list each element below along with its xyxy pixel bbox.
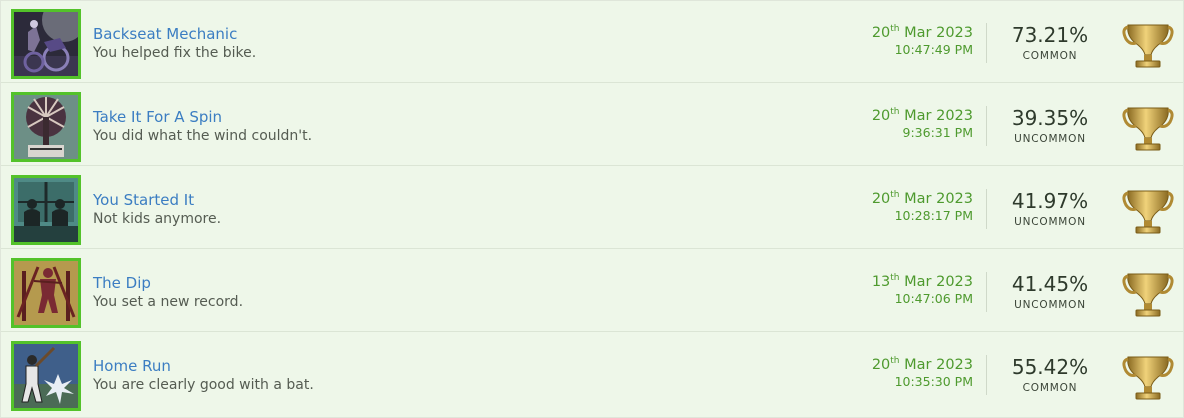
- trophy-icon: [1122, 356, 1174, 400]
- unlock-percentage: 55.42%: [1011, 355, 1089, 379]
- rarity-label: UNCOMMON: [1014, 299, 1086, 311]
- achievement-list: Backseat Mechanic You helped fix the bik…: [0, 0, 1184, 418]
- unlock-date: 20th Mar 2023 10:35:30 PM: [871, 356, 973, 390]
- rarity-label: COMMON: [1022, 382, 1078, 394]
- trophy-icon: [1122, 273, 1174, 317]
- achievement-row: Take It For A Spin You did what the wind…: [1, 84, 1183, 166]
- bars-dip-icon: [11, 258, 81, 328]
- achievement-description: You set a new record.: [93, 294, 244, 310]
- date-day: 20: [871, 357, 891, 373]
- unlock-time: 10:35:30 PM: [894, 374, 973, 389]
- date-month-year: Mar 2023: [899, 357, 973, 373]
- unlock-time: 10:28:17 PM: [894, 208, 973, 223]
- divider: [986, 355, 987, 395]
- date-month-year: Mar 2023: [899, 25, 973, 41]
- date-month-year: Mar 2023: [899, 274, 973, 290]
- unlock-time: 10:47:49 PM: [894, 42, 973, 57]
- achievement-title[interactable]: The Dip: [93, 274, 151, 292]
- achievement-description: You are clearly good with a bat.: [93, 377, 314, 393]
- achievement-description: You helped fix the bike.: [93, 45, 257, 61]
- date-suffix: th: [890, 356, 900, 366]
- trophy-icon: [1122, 107, 1174, 151]
- date-day: 20: [871, 191, 891, 207]
- mechanic-bike-icon: [11, 9, 81, 79]
- trophy-icon: [1122, 24, 1174, 68]
- unlock-date: 20th Mar 2023 9:36:31 PM: [871, 107, 973, 141]
- date-day: 13: [871, 274, 891, 290]
- date-day: 20: [871, 25, 891, 41]
- rarity-label: UNCOMMON: [1014, 133, 1086, 145]
- achievement-title[interactable]: You Started It: [93, 191, 194, 209]
- unlock-date: 20th Mar 2023 10:28:17 PM: [871, 190, 973, 224]
- seated-figures-icon: [11, 175, 81, 245]
- achievement-row: You Started It Not kids anymore. 20th Ma…: [1, 167, 1183, 249]
- unlock-time: 10:47:06 PM: [894, 291, 973, 306]
- achievement-row: The Dip You set a new record. 13th Mar 2…: [1, 250, 1183, 332]
- divider: [986, 23, 987, 63]
- unlock-percentage: 41.97%: [1011, 189, 1089, 213]
- date-suffix: th: [890, 190, 900, 200]
- unlock-percentage: 41.45%: [1011, 272, 1089, 296]
- achievement-title[interactable]: Home Run: [93, 357, 171, 375]
- unlock-date: 13th Mar 2023 10:47:06 PM: [871, 273, 973, 307]
- divider: [986, 272, 987, 312]
- trophy-icon: [1122, 190, 1174, 234]
- divider: [986, 106, 987, 146]
- date-month-year: Mar 2023: [899, 191, 973, 207]
- date-suffix: th: [890, 107, 900, 117]
- divider: [986, 189, 987, 229]
- unlock-date: 20th Mar 2023 10:47:49 PM: [871, 24, 973, 58]
- baseball-batter-icon: [11, 341, 81, 411]
- rarity-label: COMMON: [1022, 50, 1078, 62]
- unlock-percentage: 39.35%: [1011, 106, 1089, 130]
- unlock-time: 9:36:31 PM: [902, 125, 973, 140]
- rarity-label: UNCOMMON: [1014, 216, 1086, 228]
- date-suffix: th: [890, 273, 900, 283]
- date-suffix: th: [890, 24, 900, 34]
- unlock-percentage: 73.21%: [1011, 23, 1089, 47]
- achievement-title[interactable]: Backseat Mechanic: [93, 25, 237, 43]
- date-day: 20: [871, 108, 891, 124]
- date-month-year: Mar 2023: [899, 108, 973, 124]
- windmill-icon: [11, 92, 81, 162]
- achievement-row: Home Run You are clearly good with a bat…: [1, 333, 1183, 417]
- achievement-title[interactable]: Take It For A Spin: [93, 108, 222, 126]
- achievement-row: Backseat Mechanic You helped fix the bik…: [1, 1, 1183, 83]
- achievement-description: You did what the wind couldn't.: [93, 128, 313, 144]
- achievement-description: Not kids anymore.: [93, 211, 222, 227]
